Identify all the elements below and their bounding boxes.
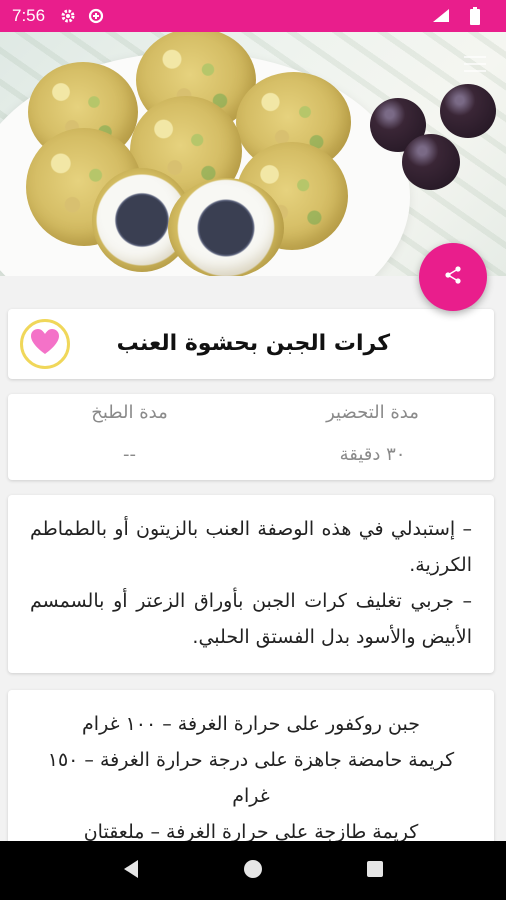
share-button[interactable] <box>419 243 487 311</box>
home-button[interactable] <box>233 851 273 891</box>
prep-time-value: ٣٠ دقيقة <box>339 444 406 465</box>
recipe-title-card: كرات الجبن بحشوة العنب <box>8 309 494 379</box>
time-card: مدة التحضير ٣٠ دقيقة مدة الطبخ -- <box>8 394 494 480</box>
back-button[interactable] <box>111 851 151 891</box>
recipe-title: كرات الجبن بحشوة العنب <box>116 331 390 356</box>
grape <box>440 84 496 138</box>
status-time: 7:56 <box>12 6 46 25</box>
cheese-ball-cut <box>168 178 284 276</box>
prep-time: مدة التحضير ٣٠ دقيقة <box>251 394 494 480</box>
heart-icon <box>30 328 60 360</box>
recents-button[interactable] <box>355 851 395 891</box>
tip-item: – إستبدلي في هذه الوصفة العنب بالزيتون أ… <box>30 518 472 576</box>
data-saver-icon <box>87 7 105 25</box>
grape <box>402 134 460 190</box>
system-nav-bar <box>0 841 506 900</box>
tips-card: – إستبدلي في هذه الوصفة العنب بالزيتون أ… <box>8 495 494 673</box>
tips-text: – إستبدلي في هذه الوصفة العنب بالزيتون أ… <box>8 495 494 655</box>
home-icon <box>243 859 263 883</box>
share-icon <box>443 265 463 289</box>
prep-time-label: مدة التحضير <box>326 402 419 423</box>
ingredient-item: كريمة حامضة جاهزة على درجة حرارة الغرفة … <box>47 749 455 807</box>
back-icon <box>122 859 140 883</box>
battery-icon <box>466 7 484 25</box>
favorite-button[interactable] <box>20 319 70 369</box>
recents-icon <box>366 860 384 882</box>
wifi-icon <box>432 7 450 25</box>
tip-item: – جربي تغليف كرات الجبن بأوراق الزعتر أو… <box>30 590 472 648</box>
cook-time: مدة الطبخ -- <box>8 394 251 480</box>
ingredients-list: جبن روكفور على حرارة الغرفة – ١٠٠ غرام ك… <box>8 690 494 850</box>
gear-icon <box>59 7 77 25</box>
cook-time-label: مدة الطبخ <box>91 402 168 423</box>
recipe-hero-image <box>0 32 506 276</box>
status-bar: 7:56 <box>0 0 506 32</box>
cook-time-value: -- <box>123 444 136 465</box>
menu-icon[interactable] <box>464 56 486 72</box>
ingredient-item: جبن روكفور على حرارة الغرفة – ١٠٠ غرام <box>82 713 420 735</box>
